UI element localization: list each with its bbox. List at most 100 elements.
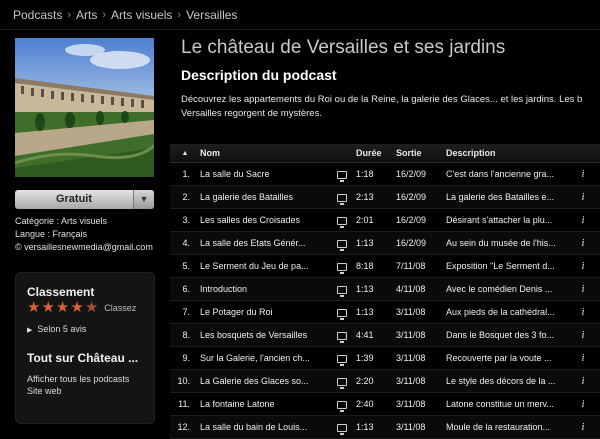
website-link[interactable]: Site web <box>27 386 62 396</box>
description-text: Découvrez les appartements du Roi ou de … <box>181 93 600 121</box>
star-icon[interactable]: ★ <box>70 300 83 315</box>
all-about-heading: Tout sur Château ... <box>27 351 139 365</box>
episode-date: 16/2/09 <box>396 169 427 179</box>
episode-number: 3. <box>182 215 190 225</box>
column-date[interactable]: Sortie <box>396 148 446 158</box>
video-screen-icon <box>328 238 356 251</box>
star-icon[interactable]: ★ <box>27 300 40 315</box>
episode-number: 10. <box>177 376 190 386</box>
info-icon[interactable]: i <box>576 376 590 387</box>
info-icon[interactable]: i <box>576 330 590 341</box>
table-row[interactable]: 10. La Galerie des Glaces so... 2:20 3/11/0… <box>170 370 600 393</box>
column-name[interactable]: Nom <box>200 148 328 158</box>
show-all-podcasts-link[interactable]: Afficher tous les podcasts <box>27 374 129 384</box>
episode-description: Désirant s'attacher la plu... <box>446 215 553 225</box>
episode-number: 11. <box>178 399 190 409</box>
video-screen-icon <box>328 307 356 320</box>
episode-duration: 1:18 <box>356 169 374 179</box>
episode-duration: 1:13 <box>356 307 374 317</box>
info-icon[interactable]: i <box>576 284 590 295</box>
info-icon[interactable]: i <box>576 353 590 364</box>
episode-name[interactable]: La salle des Etats Génér... <box>200 238 328 248</box>
episode-table: ▲ Nom Durée Sortie Description 1. La sall… <box>170 144 600 439</box>
episode-duration: 1:13 <box>356 422 374 432</box>
episode-number: 8. <box>182 330 190 340</box>
table-row[interactable]: 5. Le Serment du Jeu de pa... 8:18 7/11/08 E… <box>170 255 600 278</box>
info-icon[interactable]: i <box>576 169 590 180</box>
info-icon[interactable]: i <box>576 307 590 318</box>
chevron-right-icon: › <box>102 8 107 21</box>
video-screen-icon <box>328 376 356 389</box>
star-icon[interactable]: ★ <box>56 300 69 315</box>
episode-number: 12. <box>177 422 190 432</box>
chevron-right-icon: › <box>67 8 72 21</box>
episode-number: 7. <box>182 307 190 317</box>
episode-description: Au sein du musée de l'his... <box>446 238 556 248</box>
column-duration[interactable]: Durée <box>356 148 396 158</box>
chevron-down-icon[interactable]: ▼ <box>133 190 154 209</box>
episode-name[interactable]: Le Potager du Roi <box>200 307 328 317</box>
star-icon[interactable]: ★ <box>41 300 54 315</box>
table-row[interactable]: 11. La fontaine Latone 2:40 3/11/08 Latone c… <box>170 393 600 416</box>
episode-duration: 1:13 <box>356 238 374 248</box>
star-rating[interactable]: ★ ★ ★ ★ ★ Classez <box>27 300 136 315</box>
star-half-icon[interactable]: ★ <box>85 300 98 315</box>
episode-number: 9. <box>182 353 190 363</box>
episode-date: 3/11/08 <box>396 353 426 363</box>
episode-number: 4. <box>182 238 190 248</box>
episode-name[interactable]: Les salles des Croisades <box>200 215 328 225</box>
table-row[interactable]: 1. La salle du Sacre 1:18 16/2/09 C'est dans… <box>170 163 600 186</box>
info-icon[interactable]: i <box>576 215 590 226</box>
table-row[interactable]: 6. Introduction 1:13 4/11/08 Avec le comédie… <box>170 278 600 301</box>
info-icon[interactable]: i <box>576 399 590 410</box>
breadcrumb-arts[interactable]: Arts <box>76 8 97 22</box>
info-icon[interactable]: i <box>576 422 590 433</box>
episode-number: 6. <box>182 284 190 294</box>
table-row[interactable]: 12. La salle du bain de Louis... 1:13 3/11/… <box>170 416 600 439</box>
breadcrumb-podcasts[interactable]: Podcasts <box>13 8 62 22</box>
video-screen-icon <box>328 353 356 366</box>
episode-name[interactable]: Sur la Galerie, l'ancien ch... <box>200 353 328 363</box>
episode-name[interactable]: La galerie des Batailles <box>200 192 328 202</box>
episode-description: Aux pieds de la cathédral... <box>446 307 555 317</box>
category-text: Catégorie : Arts visuels <box>15 216 108 226</box>
table-header: ▲ Nom Durée Sortie Description <box>170 144 600 163</box>
video-screen-icon <box>328 169 356 182</box>
breadcrumb: Podcasts › Arts › Arts visuels › Versail… <box>0 0 600 30</box>
info-icon[interactable]: i <box>576 261 590 272</box>
table-row[interactable]: 2. La galerie des Batailles 2:13 16/2/09 La … <box>170 186 600 209</box>
table-row[interactable]: 3. Les salles des Croisades 2:01 16/2/09 Dés… <box>170 209 600 232</box>
episode-date: 3/11/08 <box>396 307 426 317</box>
episode-date: 16/2/09 <box>396 238 427 248</box>
podcast-artwork <box>15 38 154 177</box>
episode-name[interactable]: Les bosquets de Versailles <box>200 330 328 340</box>
episode-date: 3/11/08 <box>396 330 426 340</box>
breadcrumb-versailles[interactable]: Versailles <box>186 8 237 22</box>
table-row[interactable]: 7. Le Potager du Roi 1:13 3/11/08 Aux pieds … <box>170 301 600 324</box>
episode-name[interactable]: Le Serment du Jeu de pa... <box>200 261 328 271</box>
table-row[interactable]: 8. Les bosquets de Versailles 4:41 3/11/08 D… <box>170 324 600 347</box>
info-icon[interactable]: i <box>576 238 590 249</box>
episode-name[interactable]: La Galerie des Glaces so... <box>200 376 328 386</box>
description-heading: Description du podcast <box>181 67 337 83</box>
episode-description: Moule de la restauration... <box>446 422 551 432</box>
table-row[interactable]: 9. Sur la Galerie, l'ancien ch... 1:39 3/11… <box>170 347 600 370</box>
episode-name[interactable]: La salle du Sacre <box>200 169 328 179</box>
table-row[interactable]: 4. La salle des Etats Génér... 1:13 16/2/09… <box>170 232 600 255</box>
episode-name[interactable]: Introduction <box>200 284 328 294</box>
episode-name[interactable]: La fontaine Latone <box>200 399 328 409</box>
breadcrumb-arts-visuels[interactable]: Arts visuels <box>111 8 172 22</box>
sort-arrow-up-icon[interactable]: ▲ <box>170 150 200 157</box>
podcast-meta: Catégorie : Arts visuels Langue : França… <box>15 215 153 254</box>
reviews-count: Selon 5 avis <box>37 324 87 334</box>
episode-description: C'est dans l'ancienne gra... <box>446 169 554 179</box>
episode-duration: 2:13 <box>356 192 374 202</box>
rate-label[interactable]: Classez <box>104 303 136 313</box>
info-icon[interactable]: i <box>576 192 590 203</box>
column-description[interactable]: Description <box>446 148 576 158</box>
reviews-toggle[interactable]: ▶ Selon 5 avis <box>27 324 86 334</box>
episode-date: 3/11/08 <box>396 376 426 386</box>
get-free-button[interactable]: Gratuit ▼ <box>15 190 154 209</box>
episode-name[interactable]: La salle du bain de Louis... <box>200 422 328 432</box>
episode-date: 4/11/08 <box>396 284 426 294</box>
